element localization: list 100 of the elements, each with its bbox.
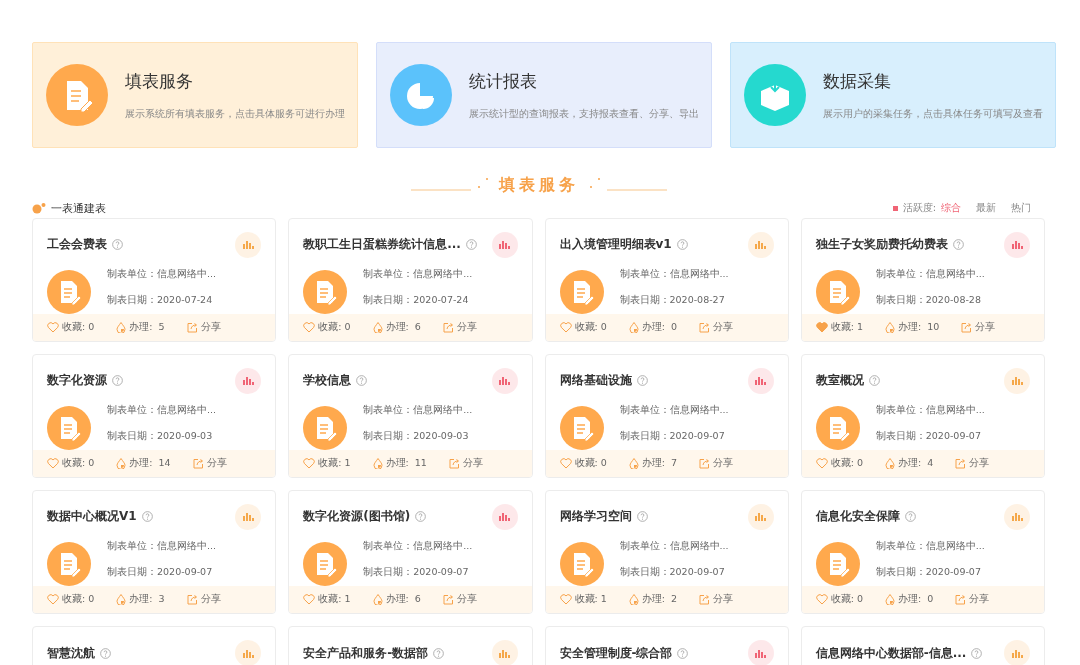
maker-unit: 制表单位：信息网络中... xyxy=(363,404,473,418)
share-link[interactable]: 分享 xyxy=(699,593,734,607)
pie-chart-icon xyxy=(389,63,453,127)
heart-icon[interactable] xyxy=(815,322,828,334)
help-icon[interactable] xyxy=(636,375,648,387)
form-card[interactable]: 网络学习空间 制表单位：信息网络中... 制表日期：2020-09-07 收藏: 1 办理: 2 分享 xyxy=(544,490,789,614)
help-icon[interactable] xyxy=(904,511,916,523)
form-card[interactable]: 网络基础设施 制表单位：信息网络中... 制表日期：2020-09-07 收藏: 0 办理: 7 分享 xyxy=(544,354,789,478)
service-description: 展示统计型的查询报表，支持报表查看、分享、导出 xyxy=(469,106,699,121)
help-icon[interactable] xyxy=(676,239,688,251)
form-card[interactable]: 数字化资源 制表单位：信息网络中... 制表日期：2020-09-03 收藏: 0 办理: 14 分享 xyxy=(32,354,277,478)
form-card[interactable]: 数据中心概况V1 制表单位：信息网络中... 制表日期：2020-09-07 收藏: 0 办理: 3 分享 xyxy=(32,490,277,614)
heart-icon[interactable] xyxy=(559,458,572,470)
help-icon[interactable] xyxy=(636,511,648,523)
share-link[interactable]: 分享 xyxy=(699,321,734,335)
share-link[interactable]: 分享 xyxy=(442,593,477,607)
card-title: 信息网络中心数据部-信息... xyxy=(815,644,967,662)
document-icon xyxy=(47,542,91,587)
service-card[interactable]: 统计报表 展示统计型的查询报表，支持报表查看、分享、导出 xyxy=(376,42,712,148)
document-icon xyxy=(559,406,604,451)
favorites-count: 收藏: 0 xyxy=(574,321,607,335)
share-link[interactable]: 分享 xyxy=(192,457,227,471)
help-icon[interactable] xyxy=(141,511,153,523)
share-link[interactable]: 分享 xyxy=(186,321,221,335)
handled-count: 办理: 3 xyxy=(129,593,165,607)
heart-icon[interactable] xyxy=(559,594,572,606)
form-card[interactable]: 学校信息 制表单位：信息网络中... 制表日期：2020-09-03 收藏: 1 办理: 11 分享 xyxy=(288,354,533,478)
form-card[interactable]: 数字化资源(图书馆) 制表单位：信息网络中... 制表日期：2020-09-07 收藏: 1 办理: 6 分享 xyxy=(288,490,533,614)
share-icon xyxy=(955,594,967,606)
share-link[interactable]: 分享 xyxy=(699,457,734,471)
help-icon[interactable] xyxy=(100,647,111,659)
group-label: 一表通建表 xyxy=(51,200,106,216)
maker-unit: 制表单位：信息网络中... xyxy=(107,268,217,282)
heart-icon[interactable] xyxy=(815,594,828,606)
service-title: 填表服务 xyxy=(125,69,194,93)
handled-count: 办理: 5 xyxy=(129,321,165,335)
sort-option[interactable]: 热门 xyxy=(1011,201,1031,215)
made-date: 制表日期：2020-09-07 xyxy=(619,566,726,580)
sort-option[interactable]: 最新 xyxy=(976,201,996,215)
share-link[interactable]: 分享 xyxy=(442,321,477,335)
share-link[interactable]: 分享 xyxy=(955,457,990,471)
service-description: 展示用户的采集任务，点击具体任务可填写及查看 xyxy=(823,106,1043,121)
form-card[interactable]: 出入境管理明细表v1 制表单位：信息网络中... 制表日期：2020-08-27 收藏: 0 办理: 0 分享 xyxy=(544,218,789,342)
heart-icon[interactable] xyxy=(815,458,828,470)
service-card[interactable]: 数据采集 展示用户的采集任务，点击具体任务可填写及查看 xyxy=(730,42,1056,148)
heart-icon[interactable] xyxy=(47,458,59,470)
help-icon[interactable] xyxy=(677,647,689,659)
maker-unit: 制表单位：信息网络中... xyxy=(107,404,217,418)
form-card[interactable]: 安全管理制度-综合部 xyxy=(544,626,789,665)
form-card[interactable]: 教职工生日蛋糕券统计信息... 制表单位：信息网络中... 制表日期：2020-07-24 收藏: 0 办理: 6 分享 xyxy=(288,218,533,342)
share-icon xyxy=(186,322,198,334)
help-icon[interactable] xyxy=(971,647,983,659)
help-icon[interactable] xyxy=(952,239,964,251)
card-title: 独生子女奖励费托幼费表 xyxy=(815,236,948,254)
share-link[interactable]: 分享 xyxy=(955,593,990,607)
card-title: 安全产品和服务-数据部 xyxy=(303,644,429,662)
card-title: 学校信息 xyxy=(303,372,352,390)
help-icon[interactable] xyxy=(112,239,123,251)
form-card[interactable]: 安全产品和服务-数据部 xyxy=(288,626,533,665)
made-date: 制表日期：2020-08-27 xyxy=(619,294,726,308)
help-icon[interactable] xyxy=(112,375,123,387)
help-icon[interactable] xyxy=(415,511,427,523)
heart-icon[interactable] xyxy=(303,322,316,334)
maker-unit: 制表单位：信息网络中... xyxy=(619,540,729,554)
heart-icon[interactable] xyxy=(303,458,316,470)
form-card[interactable]: 独生子女奖励费托幼费表 制表单位：信息网络中... 制表日期：2020-08-28 收藏: 1 办理: 10 分享 xyxy=(800,218,1045,342)
document-icon xyxy=(559,542,604,587)
drop-icon xyxy=(372,594,383,606)
drop-icon xyxy=(628,322,639,334)
form-card[interactable]: 智慧沈航 xyxy=(32,626,277,665)
share-icon xyxy=(955,458,967,470)
heart-icon[interactable] xyxy=(47,594,59,606)
share-link[interactable]: 分享 xyxy=(448,457,483,471)
card-title: 信息化安全保障 xyxy=(815,508,900,526)
favorites-count: 收藏: 0 xyxy=(318,321,351,335)
handled-count: 办理: 14 xyxy=(129,457,171,471)
heart-icon[interactable] xyxy=(47,322,59,334)
help-icon[interactable] xyxy=(465,239,477,251)
form-card[interactable]: 信息化安全保障 制表单位：信息网络中... 制表日期：2020-09-07 收藏: 0 办理: 0 分享 xyxy=(800,490,1045,614)
maker-unit: 制表单位：信息网络中... xyxy=(107,540,217,554)
form-card[interactable]: 教室概况 制表单位：信息网络中... 制表日期：2020-09-07 收藏: 0 办理: 4 分享 xyxy=(800,354,1045,478)
made-date: 制表日期：2020-09-07 xyxy=(619,430,726,444)
service-card[interactable]: 填表服务 展示系统所有填表服务，点击具体服务可进行办理 xyxy=(32,42,358,148)
form-card[interactable]: 信息网络中心数据部-信息... xyxy=(800,626,1045,665)
handled-count: 办理: 0 xyxy=(898,593,934,607)
card-title: 出入境管理明细表v1 xyxy=(559,236,672,254)
help-icon[interactable] xyxy=(868,375,880,387)
help-icon[interactable] xyxy=(433,647,445,659)
handled-count: 办理: 6 xyxy=(385,321,421,335)
heart-icon[interactable] xyxy=(303,594,316,606)
favorites-count: 收藏: 0 xyxy=(62,593,95,607)
help-icon[interactable] xyxy=(356,375,368,387)
share-link[interactable]: 分享 xyxy=(961,321,996,335)
heart-icon[interactable] xyxy=(559,322,572,334)
service-title: 统计报表 xyxy=(469,69,538,93)
document-icon xyxy=(559,270,604,315)
card-title: 数字化资源(图书馆) xyxy=(303,508,411,526)
form-card[interactable]: 工会会费表 制表单位：信息网络中... 制表日期：2020-07-24 收藏: 0 办理: 5 分享 xyxy=(32,218,277,342)
share-link[interactable]: 分享 xyxy=(186,593,221,607)
made-date: 制表日期：2020-07-24 xyxy=(363,294,470,308)
